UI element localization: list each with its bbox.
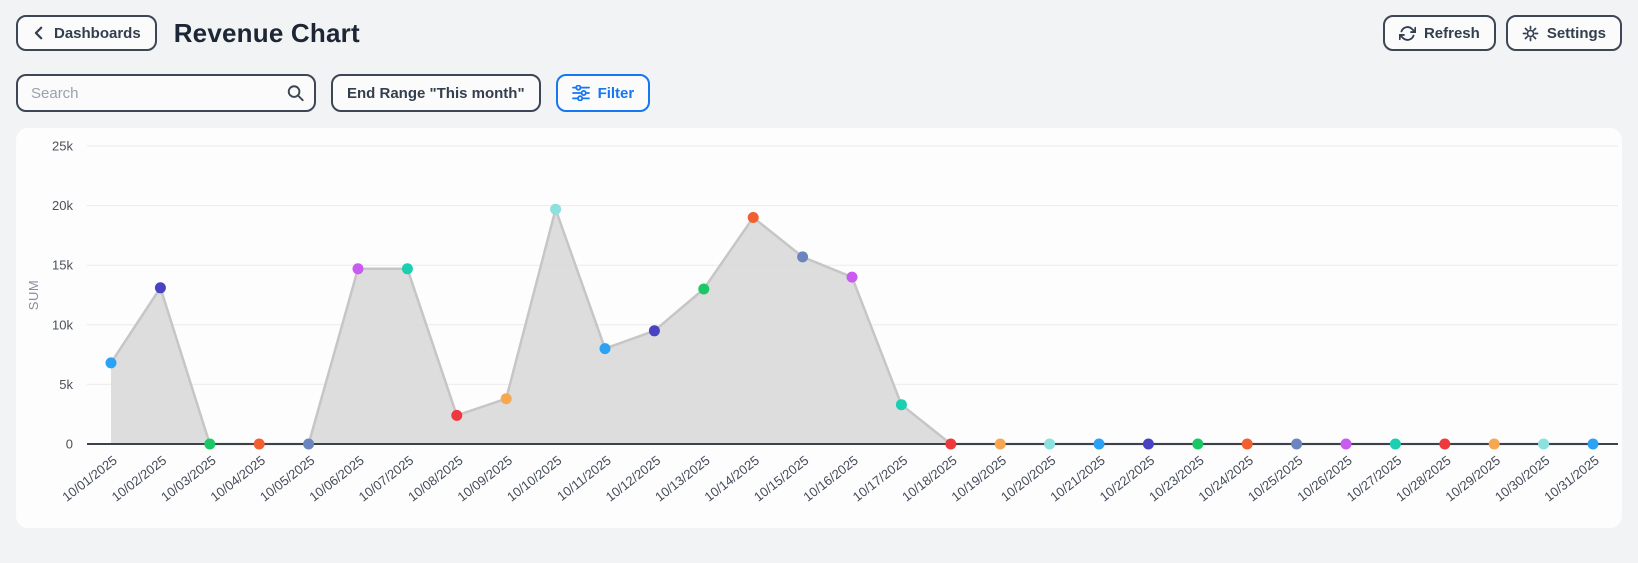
y-tick-label: 5k <box>59 377 73 392</box>
data-point[interactable] <box>945 438 957 450</box>
data-point[interactable] <box>1538 438 1550 450</box>
y-axis-title: SUM <box>26 280 41 310</box>
gear-icon <box>1522 25 1539 42</box>
y-tick-label: 15k <box>52 258 73 273</box>
data-point[interactable] <box>451 409 463 421</box>
settings-button[interactable]: Settings <box>1505 15 1622 51</box>
data-point[interactable] <box>1291 438 1303 450</box>
filter-sliders-icon <box>571 85 590 101</box>
revenue-chart-svg: 05k10k15k20k25k10/01/202510/02/202510/03… <box>26 139 1618 505</box>
data-point[interactable] <box>500 393 512 405</box>
y-tick-label: 20k <box>52 198 73 213</box>
chart-card: 0 5k 10k 15k 20k 25k 10/01/2025 10/02/2025 10/03… <box>16 128 1622 528</box>
data-point[interactable] <box>1241 438 1253 450</box>
back-button-label: Dashboards <box>54 24 141 42</box>
end-range-button[interactable]: End Range "This month" <box>331 74 541 112</box>
data-point[interactable] <box>1389 438 1401 450</box>
data-point[interactable] <box>1142 438 1154 450</box>
data-point[interactable] <box>253 438 265 450</box>
y-tick-label: 0 <box>66 437 73 452</box>
data-point[interactable] <box>846 271 858 283</box>
back-button[interactable]: Dashboards <box>16 15 157 51</box>
data-point[interactable] <box>352 263 364 275</box>
data-point[interactable] <box>303 438 315 450</box>
data-point[interactable] <box>1488 438 1500 450</box>
data-point[interactable] <box>1044 438 1056 450</box>
area-fill <box>111 209 1593 444</box>
filter-button[interactable]: Filter <box>555 74 651 112</box>
filter-button-label: Filter <box>597 84 635 102</box>
data-point[interactable] <box>895 399 907 411</box>
data-point[interactable] <box>154 282 166 294</box>
refresh-button[interactable]: Refresh <box>1382 15 1496 51</box>
toolbar: End Range "This month" Filter <box>16 74 1622 112</box>
data-point[interactable] <box>648 325 660 337</box>
data-point[interactable] <box>204 438 216 450</box>
data-point[interactable] <box>994 438 1006 450</box>
header: Dashboards Revenue Chart Refresh Setting… <box>16 15 1622 51</box>
data-point[interactable] <box>105 357 117 369</box>
settings-button-label: Settings <box>1546 24 1606 42</box>
search-box <box>16 74 316 112</box>
data-point[interactable] <box>797 251 809 263</box>
end-range-label: End Range "This month" <box>347 84 525 102</box>
data-point[interactable] <box>401 263 413 275</box>
refresh-button-label: Refresh <box>1423 24 1480 42</box>
data-point[interactable] <box>1093 438 1105 450</box>
page-title: Revenue Chart <box>173 17 360 48</box>
y-tick-label: 10k <box>52 317 73 332</box>
data-point[interactable] <box>599 343 611 355</box>
data-point[interactable] <box>1439 438 1451 450</box>
data-point[interactable] <box>1340 438 1352 450</box>
data-point[interactable] <box>747 212 759 223</box>
search-icon <box>286 84 305 103</box>
data-point[interactable] <box>550 203 562 215</box>
chevron-left-icon <box>32 26 46 40</box>
y-tick-label: 25k <box>52 139 73 154</box>
search-input[interactable] <box>16 74 316 112</box>
x-tick-label: 10/31/2025 <box>1541 453 1602 505</box>
data-point[interactable] <box>1192 438 1204 450</box>
refresh-icon <box>1398 25 1416 42</box>
data-point[interactable] <box>1587 438 1599 450</box>
data-point[interactable] <box>698 283 710 295</box>
x-tick-label: 10/10/2025 <box>504 453 565 505</box>
